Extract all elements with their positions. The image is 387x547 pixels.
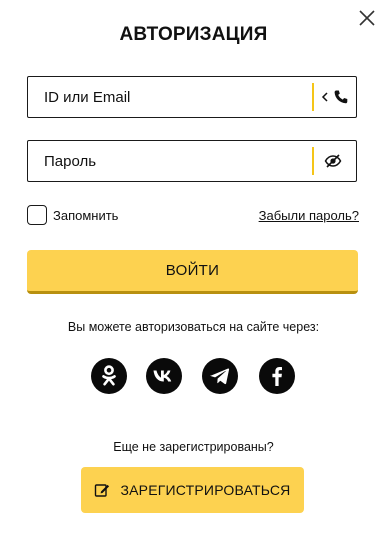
register-button[interactable]: ЗАРЕГИСТРИРОВАТЬСЯ: [81, 467, 304, 513]
vk-icon: [153, 370, 172, 382]
field-separator: [312, 83, 314, 111]
password-field[interactable]: [27, 140, 357, 182]
odnoklassniki-icon: [102, 365, 116, 386]
edit-icon: [95, 484, 110, 497]
field-separator: [312, 147, 314, 175]
password-input[interactable]: [44, 141, 304, 181]
telegram-button[interactable]: [202, 358, 238, 394]
social-login-list: [91, 358, 295, 394]
facebook-button[interactable]: [259, 358, 295, 394]
login-input[interactable]: [44, 77, 304, 117]
remember-checkbox[interactable]: [27, 205, 47, 225]
login-button[interactable]: ВОЙТИ: [27, 250, 358, 294]
facebook-icon: [272, 367, 282, 386]
vk-button[interactable]: [146, 358, 182, 394]
chevron-left-icon: [321, 92, 328, 102]
dialog-title: АВТОРИЗАЦИЯ: [119, 24, 268, 45]
register-prompt: Еще не зарегистрированы?: [113, 440, 274, 454]
toggle-password-visibility[interactable]: [324, 151, 342, 171]
login-field[interactable]: [27, 76, 357, 118]
social-login-prompt: Вы можете авторизоваться на сайте через:: [67, 320, 320, 334]
phone-icon: [334, 90, 348, 104]
register-button-label: ЗАРЕГИСТРИРОВАТЬСЯ: [120, 482, 291, 498]
remember-label: Запомнить: [53, 207, 119, 223]
eye-off-icon: [324, 154, 342, 168]
odnoklassniki-button[interactable]: [91, 358, 127, 394]
login-type-switch[interactable]: [320, 87, 349, 107]
remember-me[interactable]: Запомнить: [27, 205, 118, 225]
forgot-password-link[interactable]: Забыли пароль?: [259, 208, 359, 223]
telegram-icon: [210, 368, 230, 385]
